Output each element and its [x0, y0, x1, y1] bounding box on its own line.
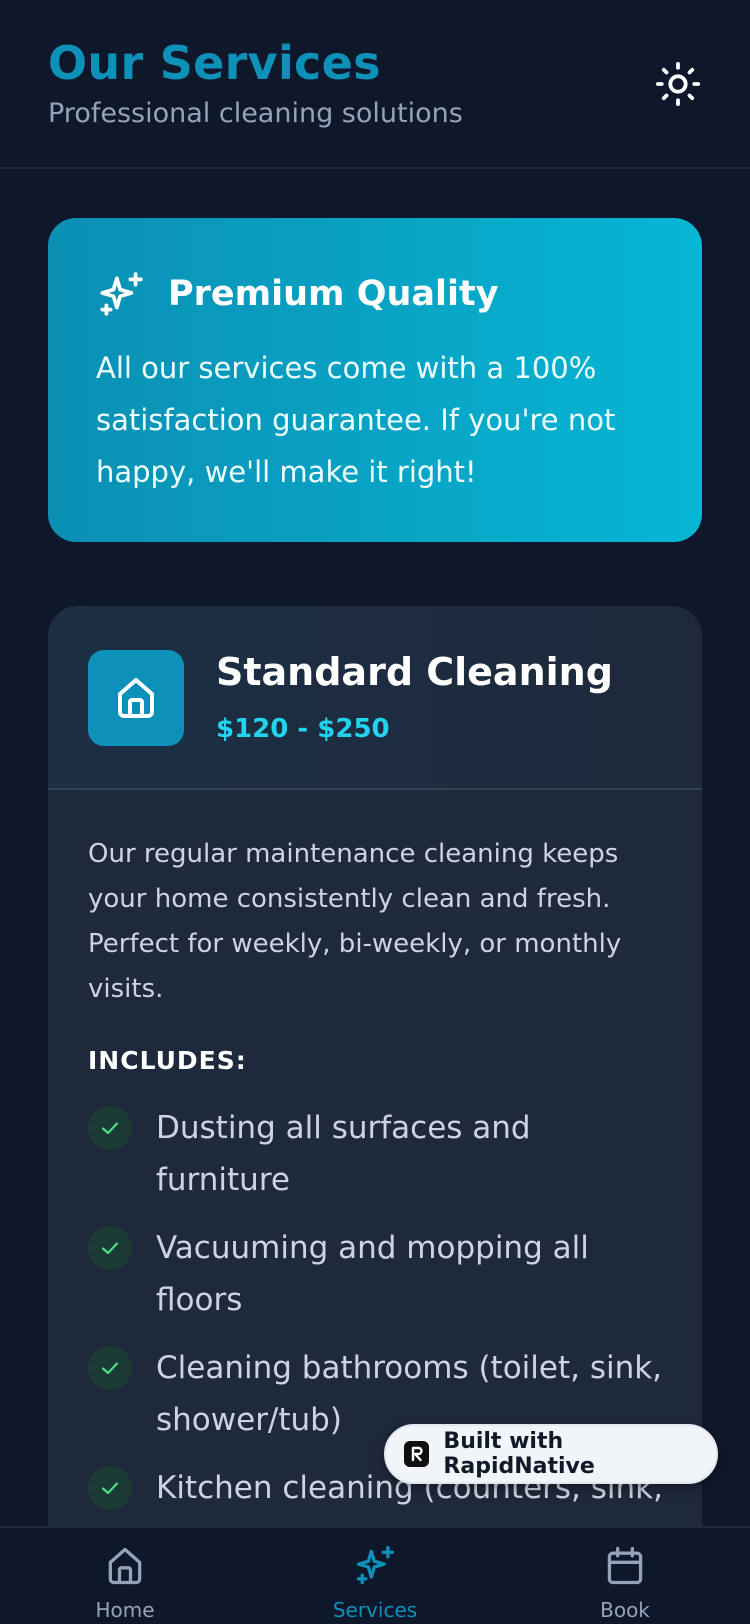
tab-label: Book — [600, 1598, 650, 1622]
page-subtitle: Professional cleaning solutions — [48, 98, 463, 129]
check-icon — [88, 1466, 132, 1510]
includes-label: INCLUDES: — [88, 1046, 247, 1075]
list-item: Dusting all surfaces and furniture — [88, 1102, 668, 1206]
premium-quality-banner: Premium Quality All our services come wi… — [48, 218, 702, 542]
tab-label: Services — [332, 1598, 418, 1622]
include-text: Vacuuming and mopping all floors — [156, 1230, 589, 1318]
home-icon — [108, 1547, 142, 1585]
banner-text: All our services come with a 100% satisf… — [96, 351, 616, 489]
service-icon-box — [88, 650, 184, 746]
app-screen: Our Services Professional cleaning solut… — [0, 0, 750, 1624]
check-icon — [88, 1226, 132, 1270]
check-icon — [88, 1106, 132, 1150]
sun-icon — [655, 61, 701, 107]
badge-text: Built with RapidNative — [443, 1429, 595, 1479]
header: Our Services Professional cleaning solut… — [0, 0, 750, 169]
service-description: Our regular maintenance cleaning keeps y… — [88, 839, 622, 1004]
banner-title: Premium Quality — [168, 274, 499, 314]
calendar-icon — [607, 1546, 643, 1585]
built-with-rapidnative-badge[interactable]: Built with RapidNative — [384, 1424, 718, 1484]
tab-home[interactable]: Home — [25, 1528, 225, 1624]
list-item: Vacuuming and mopping all floors — [88, 1222, 668, 1326]
tab-book[interactable]: Book — [525, 1528, 725, 1624]
service-title: Standard Cleaning — [216, 650, 613, 694]
service-price: $120 - $250 — [216, 714, 390, 744]
check-icon — [88, 1346, 132, 1390]
tab-label: Home — [95, 1598, 155, 1622]
include-text: Dusting all surfaces and furniture — [156, 1110, 531, 1198]
sparkles-icon — [356, 1546, 395, 1585]
sparkles-icon — [100, 272, 143, 316]
tab-services[interactable]: Services — [275, 1528, 475, 1624]
bottom-tab-bar: Home Services Book — [0, 1526, 750, 1624]
theme-toggle-button[interactable] — [650, 56, 706, 112]
service-card-header: Standard Cleaning $120 - $250 — [48, 606, 702, 790]
rapidnative-logo-icon — [404, 1441, 430, 1467]
includes-list: Dusting all surfaces and furniture Vacuu… — [88, 1102, 668, 1582]
page-title: Our Services — [48, 36, 381, 90]
home-icon — [118, 678, 154, 718]
